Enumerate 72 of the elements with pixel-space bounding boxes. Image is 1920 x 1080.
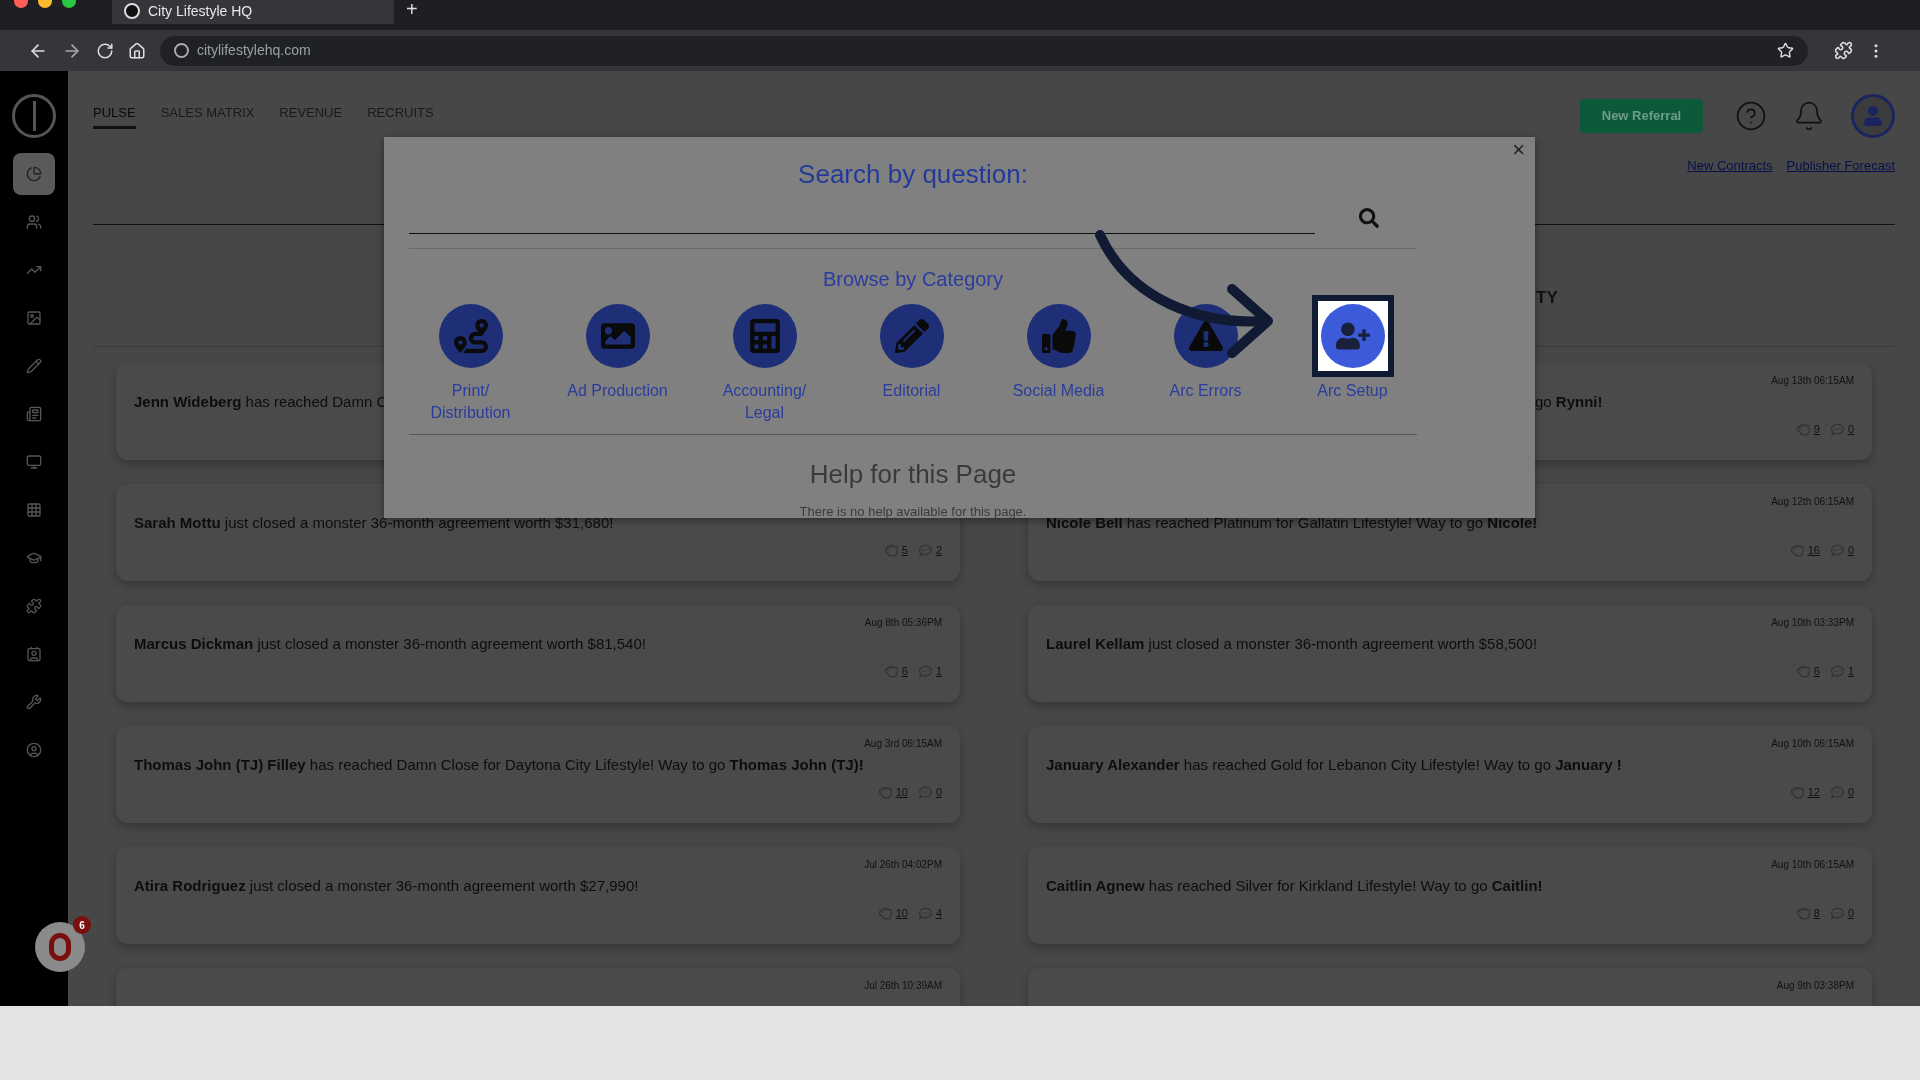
pencil-icon [26, 358, 42, 374]
logo-icon [12, 94, 56, 138]
home-icon[interactable] [128, 41, 146, 60]
close-button[interactable]: × [1512, 139, 1525, 161]
modal-title: Search by question: [798, 158, 1028, 191]
header-link[interactable]: Publisher Forecast [1786, 156, 1895, 176]
sidebar-item[interactable] [13, 153, 55, 195]
monitor-icon [26, 454, 42, 470]
header-link[interactable]: New Contracts [1687, 156, 1773, 176]
wrench-icon [26, 694, 42, 710]
comment-icon[interactable] [917, 785, 933, 799]
warning-icon [1188, 319, 1223, 353]
comment-icon[interactable] [1829, 906, 1845, 920]
site-info-icon[interactable] [174, 43, 189, 58]
comment-icon[interactable] [1829, 664, 1845, 678]
grid-icon [26, 502, 42, 518]
browse-heading: Browse by Category [822, 267, 1004, 292]
puzzle-icon [26, 598, 42, 614]
feed-message: Marcus Dickman just closed a monster 36-month agreement worth $81,540! [134, 633, 646, 654]
user-silhouette-icon [1863, 106, 1883, 126]
comment-icon[interactable] [1829, 422, 1845, 436]
category-button[interactable]: Accounting/ Legal [691, 295, 838, 424]
comment-icon[interactable] [1829, 543, 1845, 557]
feed-message: go Rynni! [1535, 391, 1603, 412]
help-icon[interactable] [1735, 100, 1767, 132]
notifications-bell-icon[interactable] [1793, 100, 1825, 132]
feed-message: Thomas John (TJ) Filley has reached Damn Close for Daytona City Lifestyle! Way to go Thomas John (TJ)! [134, 754, 864, 775]
calculator-icon [747, 319, 782, 353]
category-button[interactable]: Arc Errors [1132, 295, 1279, 424]
chat-widget-button[interactable] [35, 922, 85, 972]
feed-message: Laurel Kellam just closed a monster 36-month agreement worth $58,500! [1046, 633, 1538, 654]
feed-message: Sarah Mottu just closed a monster 36-month agreement worth $31,680! [134, 512, 614, 533]
address-field[interactable]: citylifestylehq.com [160, 35, 1808, 66]
comment-icon[interactable] [917, 543, 933, 557]
category-button[interactable]: Arc Setup [1279, 295, 1426, 424]
contact-card-icon [26, 646, 42, 662]
feed-message: January Alexander has reached Gold for Lebanon City Lifestyle! Way to go January ! [1046, 754, 1622, 775]
nav-tab[interactable]: PULSE [93, 102, 136, 130]
help-title: Help for this Page [809, 458, 1017, 491]
feed-message: Nicole Bell has reached Platinum for Gallatin Lifestyle! Way to go Nicole! [1046, 512, 1538, 533]
avatar[interactable] [1851, 94, 1895, 138]
route-icon [453, 319, 488, 353]
pencil-icon [894, 319, 929, 353]
extensions-icon[interactable] [1834, 41, 1853, 60]
graduation-cap-icon [26, 550, 42, 566]
pie-chart-icon [26, 166, 42, 182]
help-text: There is no help available for this page. [799, 503, 1027, 521]
newspaper-icon [26, 406, 42, 422]
people-icon [26, 214, 42, 230]
thumbs-up-icon [1041, 319, 1076, 353]
comment-icon[interactable] [1829, 785, 1845, 799]
add-user-icon [1335, 319, 1370, 353]
site-logo-icon [124, 3, 140, 19]
feed-message: Caitlin Agnew has reached Silver for Kirkland Lifestyle! Way to go Caitlin! [1046, 875, 1543, 896]
category-button[interactable]: Social Media [985, 295, 1132, 424]
category-button[interactable]: Ad Production [544, 295, 691, 424]
image-icon [26, 310, 42, 326]
category-button[interactable]: Print/ Distribution [397, 295, 544, 424]
category-button[interactable]: Editorial [838, 295, 985, 424]
comment-icon[interactable] [917, 906, 933, 920]
timestamp: Aug 13th 06:15AM [1771, 374, 1854, 387]
comments-count[interactable]: 4 [935, 905, 942, 922]
user-icon [26, 742, 42, 758]
reload-icon[interactable] [96, 41, 114, 60]
new-referral-button[interactable]: New Referral [1580, 99, 1703, 133]
browser-tab[interactable]: City Lifestyle HQ [112, 0, 394, 24]
feed-message: Atira Rodriguez just closed a monster 36-month agreement worth $27,990! [134, 875, 639, 896]
timestamp: Aug 3rd 06:15AM [864, 737, 942, 750]
bookmark-star-icon[interactable] [1777, 42, 1794, 59]
search-icon[interactable] [1359, 208, 1379, 228]
new-tab-button[interactable]: + [406, 0, 418, 24]
comment-icon[interactable] [917, 664, 933, 678]
